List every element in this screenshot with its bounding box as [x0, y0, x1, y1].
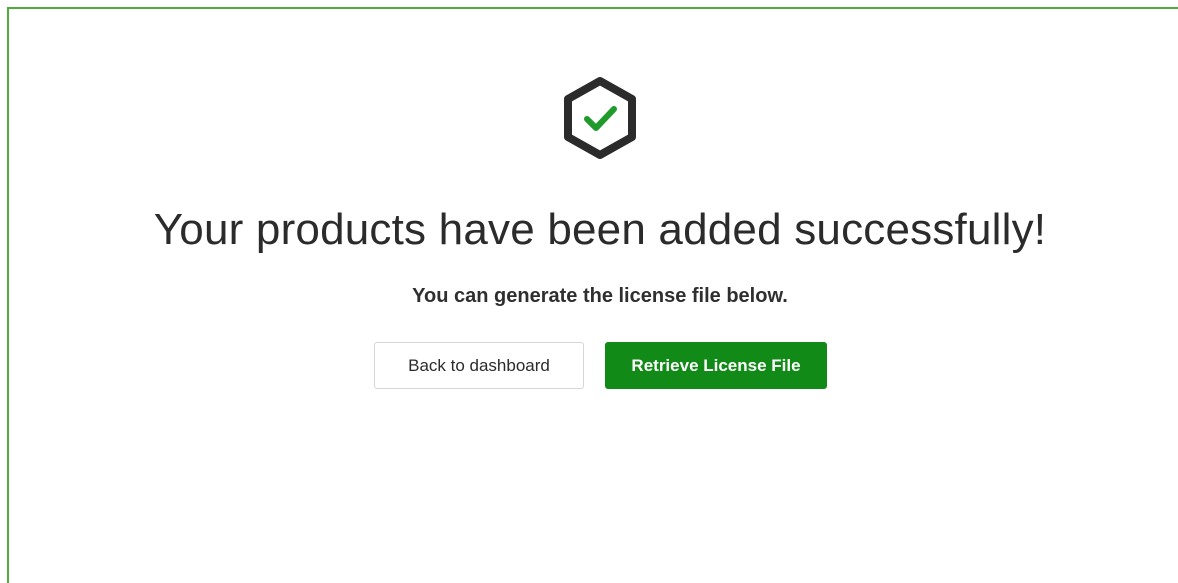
- page-title: Your products have been added successful…: [153, 205, 1047, 254]
- success-check-hexagon-icon: [564, 77, 636, 159]
- back-to-dashboard-button[interactable]: Back to dashboard: [374, 342, 584, 389]
- success-panel: Your products have been added successful…: [0, 0, 1178, 583]
- page-subtitle: You can generate the license file below.: [412, 285, 788, 307]
- retrieve-license-file-button[interactable]: Retrieve License File: [605, 342, 827, 389]
